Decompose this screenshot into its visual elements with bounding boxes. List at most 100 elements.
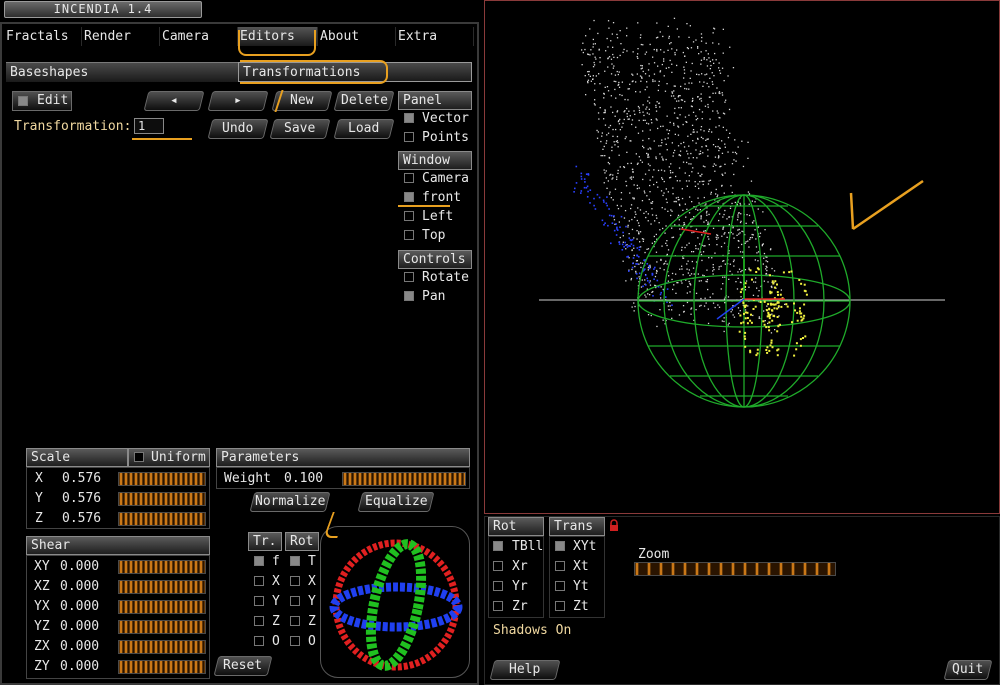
- normalize-button[interactable]: Normalize: [249, 492, 331, 512]
- uniform-checkbox[interactable]: [134, 452, 144, 462]
- cloud-point: [692, 129, 695, 131]
- pan-checkbox[interactable]: [404, 291, 414, 301]
- top-checkbox[interactable]: [404, 230, 414, 240]
- front-checkbox[interactable]: [404, 192, 414, 202]
- undo-button[interactable]: Undo: [207, 119, 269, 139]
- rot-t-checkbox[interactable]: [290, 556, 300, 566]
- blue-point: [607, 224, 609, 227]
- cloud-point: [594, 104, 596, 106]
- cloud-point: [683, 141, 685, 144]
- cloud-point: [700, 93, 702, 95]
- shear-xy-slider[interactable]: [118, 560, 206, 574]
- view-trans-header[interactable]: Trans: [549, 517, 605, 536]
- tbll-checkbox[interactable]: [493, 541, 503, 551]
- cloud-point: [653, 62, 656, 64]
- cloud-point: [702, 274, 704, 276]
- uniform-toggle[interactable]: Uniform: [128, 448, 210, 467]
- cloud-point: [681, 197, 684, 200]
- tr-y-checkbox[interactable]: [254, 596, 264, 606]
- load-button[interactable]: Load: [333, 119, 395, 139]
- delete-button[interactable]: Delete: [333, 91, 395, 111]
- shear-xz-slider[interactable]: [118, 580, 206, 594]
- save-button[interactable]: Save: [269, 119, 331, 139]
- cloud-point: [637, 132, 640, 134]
- xt-checkbox[interactable]: [555, 561, 565, 571]
- yt-checkbox[interactable]: [555, 581, 565, 591]
- prev-button[interactable]: ◂: [143, 91, 205, 111]
- blue-point: [583, 178, 586, 180]
- shear-yx-slider[interactable]: [118, 600, 206, 614]
- reset-button[interactable]: Reset: [213, 656, 273, 676]
- rot-o-checkbox[interactable]: [290, 636, 300, 646]
- render-viewport[interactable]: [484, 0, 1000, 514]
- blue-point: [584, 181, 586, 183]
- shear-yz-slider[interactable]: [118, 620, 206, 634]
- xyt-checkbox[interactable]: [555, 541, 565, 551]
- tr-f-checkbox[interactable]: [254, 556, 264, 566]
- transformation-input[interactable]: 1: [134, 118, 164, 134]
- tr-z-checkbox[interactable]: [254, 616, 264, 626]
- tr-x-checkbox[interactable]: [254, 576, 264, 586]
- yellow-point: [744, 317, 747, 320]
- points-checkbox[interactable]: [404, 132, 414, 142]
- rotate-checkbox[interactable]: [404, 272, 414, 282]
- xr-checkbox[interactable]: [493, 561, 503, 571]
- cloud-point: [700, 216, 702, 218]
- camera-checkbox[interactable]: [404, 173, 414, 183]
- shear-zy-value: 0.000: [60, 659, 100, 674]
- tr-o-checkbox[interactable]: [254, 636, 264, 646]
- lock-icon[interactable]: [609, 519, 619, 531]
- tab-render[interactable]: Render: [82, 27, 160, 46]
- next-button[interactable]: ▸: [207, 91, 269, 111]
- zoom-slider[interactable]: [634, 562, 836, 576]
- zr-checkbox[interactable]: [493, 601, 503, 611]
- vector-checkbox[interactable]: [404, 113, 414, 123]
- cloud-point: [686, 244, 688, 246]
- zt-checkbox[interactable]: [555, 601, 565, 611]
- cloud-point: [721, 320, 723, 322]
- tr-header[interactable]: Tr.: [248, 532, 282, 551]
- rot-z-checkbox[interactable]: [290, 616, 300, 626]
- cloud-point: [616, 56, 619, 59]
- tab-fractals[interactable]: Fractals: [4, 27, 82, 46]
- cloud-point: [674, 149, 676, 152]
- rotation-gizmo[interactable]: [320, 526, 470, 678]
- cloud-point: [688, 114, 690, 116]
- shear-zy-slider[interactable]: [118, 660, 206, 674]
- rot-y-checkbox[interactable]: [290, 596, 300, 606]
- scale-z-slider[interactable]: [118, 512, 206, 526]
- shadows-toggle[interactable]: Shadows On: [493, 624, 571, 637]
- cloud-point: [692, 41, 695, 43]
- cloud-point: [658, 102, 660, 105]
- cloud-point: [675, 197, 677, 199]
- cloud-point: [620, 205, 622, 207]
- cloud-point: [615, 97, 617, 99]
- view-rot-header[interactable]: Rot: [488, 517, 544, 536]
- cloud-point: [648, 138, 650, 140]
- cloud-point: [616, 135, 619, 138]
- edit-button[interactable]: Edit: [12, 91, 72, 111]
- rot-x-checkbox[interactable]: [290, 576, 300, 586]
- rot-header[interactable]: Rot: [285, 532, 319, 551]
- equalize-button[interactable]: Equalize: [357, 492, 435, 512]
- tab-extra[interactable]: Extra: [396, 27, 474, 46]
- cloud-point: [683, 66, 685, 68]
- scale-y-slider[interactable]: [118, 492, 206, 506]
- left-checkbox[interactable]: [404, 211, 414, 221]
- yr-checkbox[interactable]: [493, 581, 503, 591]
- cloud-point: [725, 129, 728, 131]
- yellow-point: [771, 319, 774, 322]
- help-button[interactable]: Help: [489, 660, 561, 680]
- weight-slider[interactable]: [342, 472, 466, 486]
- cloud-point: [634, 216, 636, 218]
- cloud-point: [678, 314, 681, 316]
- tab-camera[interactable]: Camera: [160, 27, 238, 46]
- scale-x-slider[interactable]: [118, 472, 206, 486]
- edit-checkbox[interactable]: [18, 96, 28, 106]
- quit-button[interactable]: Quit: [943, 660, 993, 680]
- tab-about[interactable]: About: [318, 27, 396, 46]
- cloud-point: [703, 305, 706, 307]
- shear-zx-slider[interactable]: [118, 640, 206, 654]
- subtab-baseshapes[interactable]: Baseshapes: [6, 62, 238, 82]
- cloud-point: [736, 219, 739, 221]
